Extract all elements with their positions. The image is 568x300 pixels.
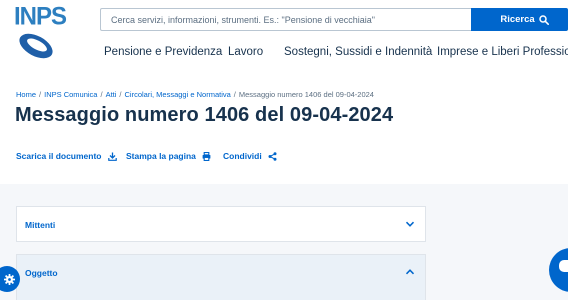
- nav-item-imprese[interactable]: Imprese e Liberi Professionisti: [437, 46, 568, 58]
- breadcrumb-current: Messaggio numero 1406 del 09-04-2024: [238, 90, 374, 99]
- accordion-title-oggetto: Oggetto: [25, 268, 58, 278]
- breadcrumb-separator: /: [39, 90, 42, 99]
- download-label: Scarica il documento: [16, 151, 102, 161]
- accordion-title-mittenti: Mittenti: [25, 220, 56, 230]
- nav-item-sostegni[interactable]: Sostegni, Sussidi e Indennità: [284, 46, 432, 58]
- accordion-oggetto[interactable]: Oggetto: [16, 254, 426, 300]
- inps-logo[interactable]: INPS: [14, 2, 67, 64]
- print-page-link[interactable]: Stampa la pagina: [126, 151, 211, 161]
- breadcrumb-separator: /: [119, 90, 122, 99]
- breadcrumb-circolari[interactable]: Circolari, Messaggi e Normativa: [125, 90, 231, 99]
- download-icon: [107, 152, 117, 161]
- search-button[interactable]: Ricerca: [471, 8, 568, 31]
- breadcrumb-atti[interactable]: Atti: [106, 90, 117, 99]
- gear-icon: [3, 273, 15, 285]
- logo-text: INPS: [14, 2, 67, 31]
- share-link[interactable]: Condividi: [223, 151, 277, 161]
- accordion-header: Oggetto: [25, 255, 58, 291]
- chevron-up-icon[interactable]: [405, 267, 415, 277]
- accordion-header: Mittenti: [25, 207, 55, 243]
- breadcrumb: Home / INPS Comunica / Atti / Circolari, Messa…: [16, 90, 374, 99]
- nav-item-pensione[interactable]: Pensione e Previdenza: [104, 46, 222, 58]
- print-label: Stampa la pagina: [126, 151, 196, 161]
- breadcrumb-home[interactable]: Home: [16, 90, 36, 99]
- nav-item-lavoro[interactable]: Lavoro: [228, 46, 263, 58]
- breadcrumb-separator: /: [100, 90, 103, 99]
- download-document-link[interactable]: Scarica il documento: [16, 151, 117, 161]
- site-header: INPS Ricerca Pensione e Previdenza Lavor…: [0, 0, 568, 72]
- share-icon: [268, 151, 277, 161]
- search-button-label: Ricerca: [500, 14, 535, 25]
- chat-icon: [559, 260, 568, 272]
- breadcrumb-inps-comunica[interactable]: INPS Comunica: [44, 90, 97, 99]
- search-icon: [538, 14, 549, 25]
- search-input[interactable]: [101, 9, 471, 30]
- search-box: [100, 8, 471, 31]
- page-title: Messaggio numero 1406 del 09-04-2024: [15, 104, 394, 126]
- logo-mark-icon: [19, 33, 53, 59]
- chevron-down-icon[interactable]: [405, 219, 415, 229]
- share-label: Condividi: [223, 151, 262, 161]
- accordion-mittenti[interactable]: Mittenti: [16, 206, 426, 242]
- print-icon: [202, 151, 211, 161]
- breadcrumb-separator: /: [233, 90, 236, 99]
